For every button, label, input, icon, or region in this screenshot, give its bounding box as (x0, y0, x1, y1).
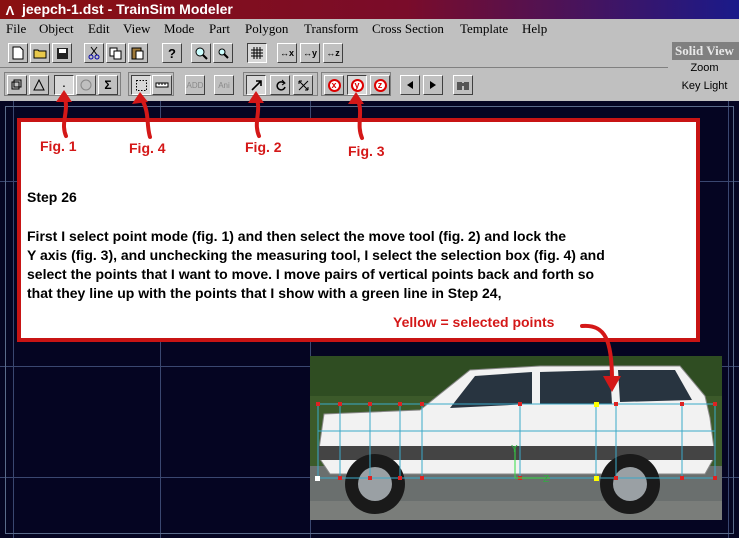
axis-y-label: Y (511, 444, 518, 455)
point-mode-icon[interactable]: · (54, 75, 74, 95)
object-mode-icon[interactable] (7, 75, 27, 95)
fig-4-label: Fig. 4 (129, 140, 166, 156)
menu-transform[interactable]: Transform (304, 21, 358, 37)
menu-file[interactable]: File (6, 21, 26, 37)
menu-polygon[interactable]: Polygon (245, 21, 288, 37)
solid-view-panel: Solid View Zoom Key Light (670, 40, 739, 100)
menu-bar: File Object Edit View Mode Part Polygon … (0, 19, 739, 39)
jeep-reference-photo: Y Z (310, 356, 722, 520)
menu-help[interactable]: Help (522, 21, 547, 37)
scale-x-icon[interactable]: ↔x (277, 43, 297, 63)
measure-tool-icon[interactable] (152, 75, 172, 95)
add-label: ADD (186, 80, 204, 90)
main-toolbar: ? ↔x ↔y ↔z (0, 40, 668, 66)
step-text: First I select point mode (fig. 1) and t… (27, 228, 605, 301)
zoom-label[interactable]: Zoom (670, 62, 739, 74)
fig-1-label: Fig. 1 (40, 138, 77, 154)
menu-view[interactable]: View (123, 21, 150, 37)
zoom-in-icon[interactable] (191, 43, 211, 63)
cut-icon[interactable] (84, 43, 104, 63)
app-icon: Λ (5, 3, 15, 18)
copy-icon[interactable] (106, 43, 126, 63)
rotate-tool-icon[interactable] (270, 75, 290, 95)
key-light-label[interactable]: Key Light (670, 80, 739, 92)
lock-x-icon[interactable]: x (324, 75, 344, 95)
circle-mode-icon[interactable] (76, 75, 96, 95)
lock-y-icon[interactable]: y (347, 75, 367, 95)
scale-y-icon[interactable]: ↔y (300, 43, 320, 63)
new-file-icon[interactable] (8, 43, 28, 63)
binoculars-icon[interactable] (453, 75, 473, 95)
yellow-note: Yellow = selected points (393, 314, 555, 330)
previous-icon[interactable] (400, 75, 420, 95)
toolbar-divider (0, 67, 668, 68)
save-disk-icon[interactable] (52, 43, 72, 63)
ani-label: Ani (218, 80, 230, 90)
move-tool-icon[interactable] (246, 75, 266, 95)
fig-2-label: Fig. 2 (245, 139, 282, 155)
menu-part[interactable]: Part (209, 21, 230, 37)
window-title: jeepch-1.dst - TrainSim Modeler (22, 1, 233, 17)
scale-tool-icon[interactable] (293, 75, 313, 95)
fig-3-label: Fig. 3 (348, 143, 385, 159)
selection-box-icon[interactable] (131, 75, 151, 95)
help-icon[interactable]: ? (162, 43, 182, 63)
grid-icon[interactable] (247, 43, 267, 63)
menu-object[interactable]: Object (39, 21, 74, 37)
paste-icon[interactable] (128, 43, 148, 63)
solid-view-title: Solid View (672, 42, 739, 60)
next-icon[interactable] (423, 75, 443, 95)
menu-cross-section[interactable]: Cross Section (372, 21, 444, 37)
zoom-out-icon[interactable] (213, 43, 233, 63)
title-bar: Λ jeepch-1.dst - TrainSim Modeler (0, 0, 739, 19)
menu-mode[interactable]: Mode (164, 21, 194, 37)
sigma-icon[interactable]: Σ (98, 75, 118, 95)
polygon-mode-icon[interactable] (29, 75, 49, 95)
axis-z-label: Z (543, 474, 549, 485)
mode-toolbar: · Σ ADD Ani x y z (0, 71, 668, 97)
open-folder-icon[interactable] (30, 43, 50, 63)
step-title: Step 26 (27, 189, 77, 205)
menu-edit[interactable]: Edit (88, 21, 110, 37)
ani-icon[interactable]: Ani (214, 75, 234, 95)
lock-z-icon[interactable]: z (370, 75, 390, 95)
scale-z-icon[interactable]: ↔z (323, 43, 343, 63)
add-icon[interactable]: ADD (185, 75, 205, 95)
menu-template[interactable]: Template (460, 21, 508, 37)
